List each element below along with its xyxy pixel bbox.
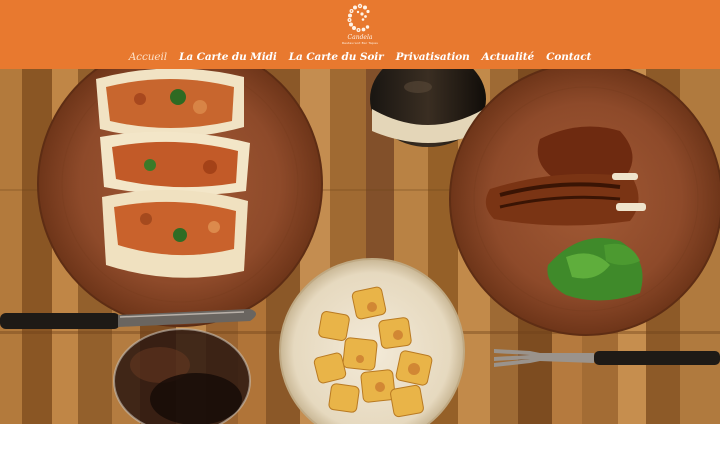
brand-name: Candela <box>347 34 373 41</box>
overhead-food-photo <box>0 69 720 424</box>
nav-item-privatisation[interactable]: Privatisation <box>390 51 476 63</box>
nav-item-carte-midi[interactable]: La Carte du Midi <box>173 51 283 63</box>
brand-tagline: Restaurant Bar Tapas <box>342 41 378 45</box>
wine-glass <box>113 328 251 424</box>
site-header: Candela Restaurant Bar Tapas Accueil La … <box>0 0 720 69</box>
brand-logo[interactable]: Candela Restaurant Bar Tapas <box>340 3 380 49</box>
flower-c-logo-icon <box>347 3 370 32</box>
main-nav: Accueil La Carte du Midi La Carte du Soi… <box>0 48 720 66</box>
nav-item-carte-soir[interactable]: La Carte du Soir <box>283 51 390 63</box>
grilled-ribs-plate <box>449 69 720 336</box>
hero-image <box>0 69 720 424</box>
nav-item-actualite[interactable]: Actualité <box>476 51 540 63</box>
nav-item-accueil[interactable]: Accueil <box>123 51 173 63</box>
nav-item-contact[interactable]: Contact <box>540 51 597 63</box>
